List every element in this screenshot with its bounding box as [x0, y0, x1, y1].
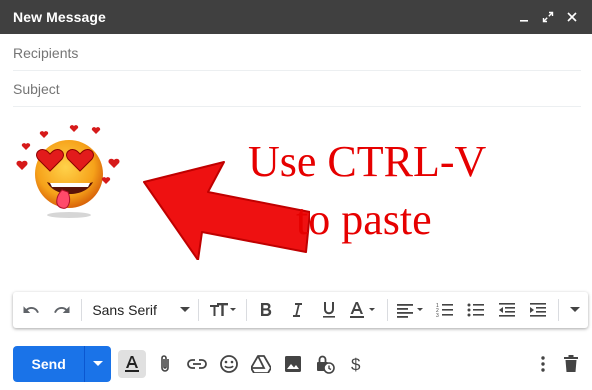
discard-icon[interactable]: [558, 351, 584, 377]
font-family-label: Sans Serif: [92, 302, 157, 318]
svg-text:$: $: [351, 355, 361, 374]
window-controls: [512, 0, 584, 34]
text-color-icon[interactable]: [344, 292, 383, 328]
subject-placeholder: Subject: [13, 81, 60, 97]
chevron-down-icon: [179, 307, 190, 312]
money-icon[interactable]: $: [344, 351, 370, 377]
send-button[interactable]: Send: [13, 346, 84, 382]
toolbar-separator: [245, 299, 247, 321]
underline-icon[interactable]: [313, 292, 344, 328]
bulleted-list-icon[interactable]: [460, 292, 491, 328]
chevron-down-icon: [93, 361, 104, 366]
link-icon[interactable]: [184, 351, 210, 377]
more-options-icon[interactable]: [530, 351, 556, 377]
bold-icon[interactable]: [251, 292, 282, 328]
indent-less-icon[interactable]: [491, 292, 522, 328]
toolbar-separator: [557, 299, 559, 321]
recipients-field[interactable]: Recipients: [13, 36, 581, 71]
font-family-select[interactable]: Sans Serif: [86, 292, 193, 328]
toolbar-separator: [387, 299, 389, 321]
emoji-icon[interactable]: [216, 351, 242, 377]
font-size-icon[interactable]: [203, 292, 242, 328]
svg-text:3: 3: [436, 313, 439, 318]
recipients-placeholder: Recipients: [13, 45, 79, 61]
close-icon[interactable]: [560, 5, 584, 29]
minimize-icon[interactable]: [512, 5, 536, 29]
photo-icon[interactable]: [280, 351, 306, 377]
indent-more-icon[interactable]: [523, 292, 554, 328]
send-button-group: Send: [13, 346, 111, 382]
toolbar-separator: [81, 299, 83, 321]
expand-icon[interactable]: [536, 5, 560, 29]
love-struck-emoji: [16, 125, 120, 218]
window-title: New Message: [13, 9, 106, 25]
attach-icon[interactable]: [152, 351, 178, 377]
compose-header: New Message: [0, 0, 592, 34]
formatting-toolbar: Sans Serif 1 2 3: [13, 292, 588, 328]
undo-icon[interactable]: [15, 292, 46, 328]
more-formatting-icon[interactable]: [563, 292, 588, 328]
numbered-list-icon[interactable]: 1 2 3: [429, 292, 460, 328]
italic-icon[interactable]: [282, 292, 313, 328]
send-options-button[interactable]: [84, 346, 111, 382]
align-icon[interactable]: [392, 292, 429, 328]
message-body[interactable]: Use CTRL-V to paste: [0, 108, 592, 286]
formatting-options-icon[interactable]: [118, 350, 146, 378]
toolbar-separator: [197, 299, 199, 321]
paste-instruction-line2: to paste: [296, 195, 432, 244]
redo-icon[interactable]: [46, 292, 77, 328]
confidential-icon[interactable]: [312, 351, 338, 377]
paste-instruction-line1: Use CTRL-V: [248, 137, 487, 186]
drive-icon[interactable]: [248, 351, 274, 377]
subject-field[interactable]: Subject: [13, 72, 581, 107]
